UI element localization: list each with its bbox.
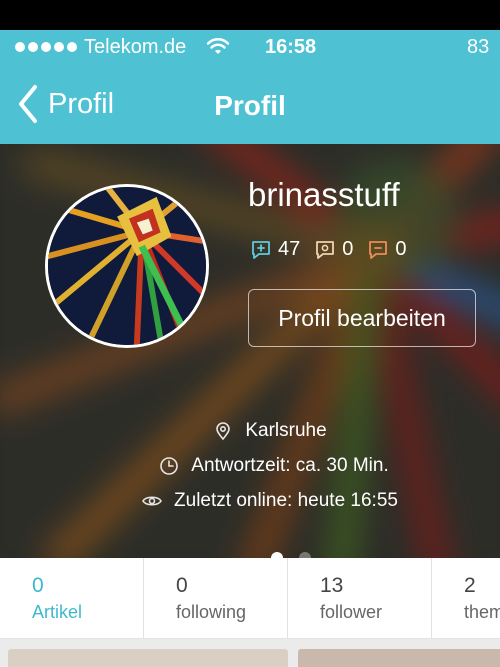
tab-articles-count: 0	[32, 574, 44, 597]
location-text: Karlsruhe	[245, 420, 327, 441]
tab-followers[interactable]: 13 follower	[288, 558, 432, 638]
avatar[interactable]	[45, 184, 209, 348]
profile-tabs: 0 Artikel 0 following 13 follower 2 them	[0, 558, 500, 639]
navigation-bar: Profil Profil	[0, 68, 500, 144]
top-bar: Telekom.de 16:58 83 Profil Profil	[0, 30, 500, 144]
last-online-text: Zuletzt online: heute 16:55	[174, 490, 398, 511]
signal-strength-icon	[15, 42, 77, 52]
rating-summary: 47 0 0	[250, 238, 407, 261]
tab-following[interactable]: 0 following	[144, 558, 288, 638]
status-bar: Telekom.de 16:58 83	[0, 30, 500, 66]
plus-speech-bubble-icon	[252, 240, 270, 259]
tab-followers-label: follower	[320, 602, 383, 622]
app-screen: Telekom.de 16:58 83 Profil Profil brinas…	[0, 30, 500, 667]
username: brinasstuff	[248, 176, 400, 213]
tab-articles-label: Artikel	[32, 602, 83, 622]
tab-following-count: 0	[176, 574, 188, 597]
tab-themes-count: 2	[464, 574, 476, 597]
article-grid	[0, 639, 500, 667]
negative-rating[interactable]: 0	[367, 238, 407, 261]
neutral-speech-bubble-icon	[316, 240, 335, 259]
avatar-image	[48, 187, 206, 345]
location-pin-icon	[216, 422, 231, 441]
tab-articles[interactable]: 0 Artikel	[0, 558, 144, 638]
neutral-rating-count: 0	[342, 238, 354, 260]
battery-level: 83	[467, 36, 490, 58]
tab-themes[interactable]: 2 them	[432, 558, 500, 638]
page-title: Profil	[214, 90, 286, 121]
last-online-row: Zuletzt online: heute 16:55	[0, 490, 500, 512]
wifi-icon	[206, 38, 230, 54]
neutral-rating[interactable]: 0	[314, 238, 353, 261]
tab-following-label: following	[176, 602, 247, 622]
article-card[interactable]	[298, 649, 500, 667]
response-time-row: Antwortzeit: ca. 30 Min.	[0, 455, 500, 477]
negative-rating-count: 0	[395, 238, 407, 260]
edit-profile-button[interactable]: Profil bearbeiten	[248, 289, 476, 347]
clock: 16:58	[265, 36, 317, 58]
location-row: Karlsruhe	[0, 420, 500, 442]
positive-rating-count: 47	[278, 238, 301, 260]
minus-speech-bubble-icon	[369, 240, 388, 259]
profile-header: brinasstuff 47 0 0 Profil bearbeiten Kar…	[0, 144, 500, 558]
tab-themes-label: them	[464, 602, 500, 622]
tab-followers-count: 13	[320, 574, 344, 597]
clock-icon	[160, 457, 179, 475]
carrier-label: Telekom.de	[84, 36, 187, 58]
response-time-text: Antwortzeit: ca. 30 Min.	[191, 455, 389, 476]
eye-icon	[142, 496, 162, 506]
article-card[interactable]	[8, 649, 288, 667]
positive-rating[interactable]: 47	[250, 238, 300, 261]
